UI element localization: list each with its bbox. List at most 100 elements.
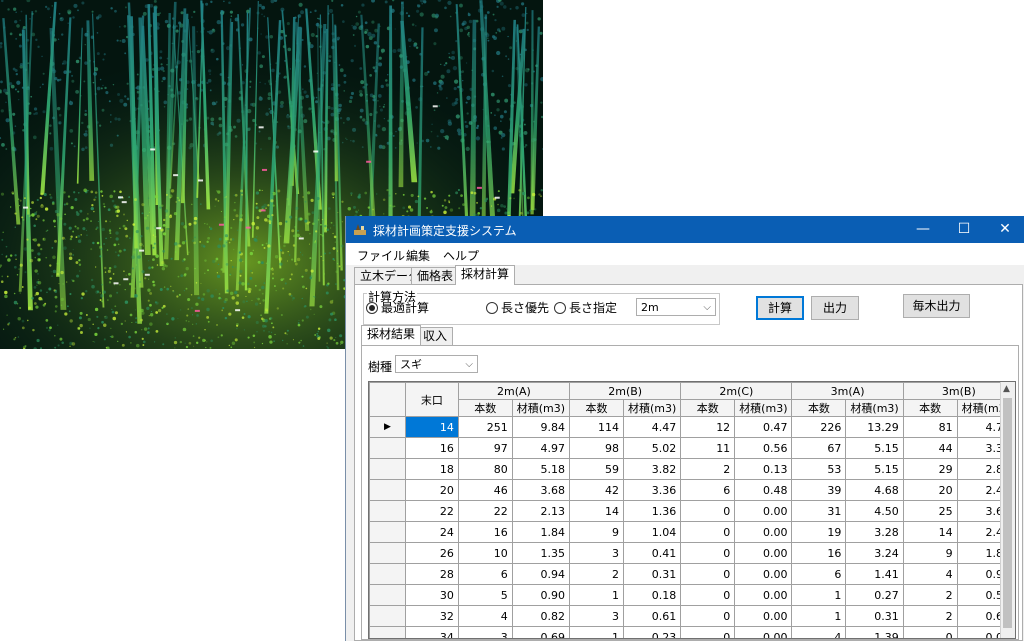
group-header[interactable]: 2m(A) bbox=[457, 382, 571, 400]
volume-cell[interactable]: 1.84 bbox=[511, 521, 571, 543]
maximize-button[interactable]: ☐ bbox=[944, 216, 984, 243]
count-cell[interactable]: 0 bbox=[680, 584, 736, 606]
table-row[interactable]: 24 16 1.84 9 1.04 0 0.00 19 3.28 14 2.42 bbox=[369, 521, 1015, 543]
row-header[interactable] bbox=[369, 521, 406, 543]
volume-cell[interactable]: 0.69 bbox=[511, 626, 571, 638]
volume-cell[interactable]: 0.41 bbox=[622, 542, 682, 564]
count-cell[interactable]: 80 bbox=[457, 458, 513, 480]
volume-cell[interactable]: 0.90 bbox=[511, 584, 571, 606]
menu-file[interactable]: ファイル bbox=[357, 247, 405, 264]
volume-cell[interactable]: 0.23 bbox=[622, 626, 682, 638]
tab-income[interactable]: 収入 bbox=[417, 327, 454, 345]
tab-log-calculation[interactable]: 採材計算 bbox=[455, 265, 516, 285]
volume-cell[interactable]: 0.82 bbox=[511, 605, 571, 627]
count-cell[interactable]: 2 bbox=[902, 584, 958, 606]
volume-cell[interactable]: 0.13 bbox=[734, 458, 793, 480]
volume-cell[interactable]: 3.24 bbox=[845, 542, 904, 564]
volume-cell[interactable]: 0.00 bbox=[734, 605, 793, 627]
table-row[interactable]: 20 46 3.68 42 3.36 6 0.48 39 4.68 20 2.40 bbox=[369, 479, 1015, 501]
count-header[interactable]: 本数 bbox=[902, 399, 958, 417]
count-cell[interactable]: 29 bbox=[902, 458, 958, 480]
count-cell[interactable]: 226 bbox=[791, 416, 847, 438]
volume-cell[interactable]: 0.00 bbox=[734, 584, 793, 606]
count-cell[interactable]: 1 bbox=[791, 605, 847, 627]
output-button[interactable]: 出力 bbox=[811, 296, 859, 320]
volume-cell[interactable]: 3.82 bbox=[622, 458, 682, 480]
volume-cell[interactable]: 1.04 bbox=[622, 521, 682, 543]
row-header[interactable] bbox=[369, 437, 406, 459]
table-row[interactable]: 28 6 0.94 2 0.31 0 0.00 6 1.41 4 0.94 bbox=[369, 563, 1015, 585]
volume-cell[interactable]: 0.56 bbox=[734, 437, 793, 459]
top-diameter-cell[interactable]: 30 bbox=[404, 584, 459, 606]
count-cell[interactable]: 0 bbox=[902, 626, 958, 638]
row-header[interactable] bbox=[369, 563, 406, 585]
count-cell[interactable]: 9 bbox=[902, 542, 958, 564]
group-header[interactable]: 3m(B) bbox=[902, 382, 1015, 400]
count-cell[interactable]: 1 bbox=[569, 626, 624, 638]
count-cell[interactable]: 2 bbox=[902, 605, 958, 627]
count-cell[interactable]: 1 bbox=[791, 584, 847, 606]
row-header[interactable] bbox=[369, 458, 406, 480]
count-cell[interactable]: 251 bbox=[457, 416, 513, 438]
count-cell[interactable]: 42 bbox=[569, 479, 624, 501]
volume-cell[interactable]: 4.47 bbox=[622, 416, 682, 438]
radio-length-specified[interactable]: 長さ指定 bbox=[554, 299, 617, 316]
count-cell[interactable]: 4 bbox=[902, 563, 958, 585]
count-cell[interactable]: 44 bbox=[902, 437, 958, 459]
top-diameter-cell[interactable]: 28 bbox=[404, 563, 459, 585]
row-header[interactable] bbox=[369, 584, 406, 606]
table-row[interactable]: 34 3 0.69 1 0.23 0 0.00 4 1.39 0 0.00 bbox=[369, 626, 1015, 638]
count-cell[interactable]: 39 bbox=[791, 479, 847, 501]
top-diameter-cell[interactable]: 18 bbox=[404, 458, 459, 480]
volume-header[interactable]: 材積(m3) bbox=[622, 399, 682, 417]
table-row[interactable]: ▶ 14 251 9.84 114 4.47 12 0.47 226 13.29 81 4.76 bbox=[369, 416, 1015, 438]
volume-cell[interactable]: 4.68 bbox=[845, 479, 904, 501]
table-row[interactable]: 30 5 0.90 1 0.18 0 0.00 1 0.27 2 0.54 bbox=[369, 584, 1015, 606]
volume-header[interactable]: 材積(m3) bbox=[845, 399, 904, 417]
volume-cell[interactable]: 3.28 bbox=[845, 521, 904, 543]
menu-help[interactable]: ヘルプ bbox=[443, 247, 479, 264]
volume-cell[interactable]: 9.84 bbox=[511, 416, 571, 438]
count-cell[interactable]: 6 bbox=[680, 479, 736, 501]
volume-cell[interactable]: 1.35 bbox=[511, 542, 571, 564]
count-cell[interactable]: 3 bbox=[457, 626, 513, 638]
count-cell[interactable]: 2 bbox=[569, 563, 624, 585]
volume-cell[interactable]: 1.36 bbox=[622, 500, 682, 522]
top-diameter-cell[interactable]: 26 bbox=[404, 542, 459, 564]
group-header[interactable]: 3m(A) bbox=[791, 382, 904, 400]
count-cell[interactable]: 6 bbox=[457, 563, 513, 585]
length-select[interactable]: 2m ⌵ bbox=[636, 298, 716, 316]
count-cell[interactable]: 14 bbox=[569, 500, 624, 522]
count-cell[interactable]: 81 bbox=[902, 416, 958, 438]
minimize-button[interactable]: — bbox=[903, 216, 943, 243]
count-cell[interactable]: 0 bbox=[680, 500, 736, 522]
scroll-up-icon[interactable]: ▲ bbox=[1003, 384, 1010, 394]
top-diameter-cell[interactable]: 24 bbox=[404, 521, 459, 543]
table-row[interactable]: 22 22 2.13 14 1.36 0 0.00 31 4.50 25 3.63 bbox=[369, 500, 1015, 522]
count-cell[interactable]: 67 bbox=[791, 437, 847, 459]
volume-cell[interactable]: 0.00 bbox=[734, 626, 793, 638]
volume-cell[interactable]: 0.00 bbox=[734, 500, 793, 522]
top-diameter-cell[interactable]: 32 bbox=[404, 605, 459, 627]
table-row[interactable]: 18 80 5.18 59 3.82 2 0.13 53 5.15 29 2.82 bbox=[369, 458, 1015, 480]
volume-header[interactable]: 材積(m3) bbox=[511, 399, 571, 417]
count-cell[interactable]: 11 bbox=[680, 437, 736, 459]
top-diameter-header[interactable]: 末口 bbox=[404, 382, 459, 417]
volume-cell[interactable]: 5.15 bbox=[845, 458, 904, 480]
count-cell[interactable]: 4 bbox=[791, 626, 847, 638]
volume-cell[interactable]: 0.27 bbox=[845, 584, 904, 606]
vertical-scrollbar[interactable]: ▲ bbox=[1000, 382, 1015, 638]
scrollbar-thumb[interactable] bbox=[1003, 398, 1012, 628]
group-header[interactable]: 2m(B) bbox=[569, 382, 682, 400]
count-cell[interactable]: 16 bbox=[791, 542, 847, 564]
count-cell[interactable]: 16 bbox=[457, 521, 513, 543]
count-cell[interactable]: 19 bbox=[791, 521, 847, 543]
count-cell[interactable]: 3 bbox=[569, 542, 624, 564]
volume-cell[interactable]: 1.39 bbox=[845, 626, 904, 638]
tab-log-results[interactable]: 採材結果 bbox=[361, 325, 422, 345]
volume-cell[interactable]: 3.68 bbox=[511, 479, 571, 501]
count-cell[interactable]: 46 bbox=[457, 479, 513, 501]
row-header[interactable] bbox=[369, 626, 406, 638]
count-cell[interactable]: 31 bbox=[791, 500, 847, 522]
volume-cell[interactable]: 5.02 bbox=[622, 437, 682, 459]
